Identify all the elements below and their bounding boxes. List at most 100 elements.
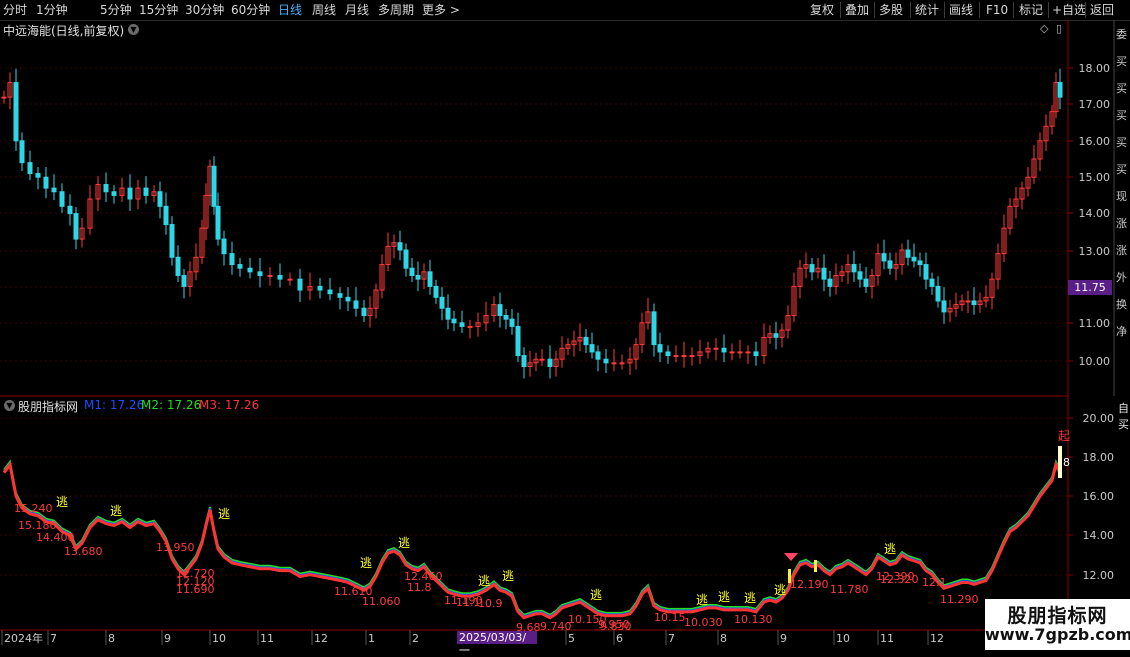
indicator-dropdown-icon[interactable]: ▼	[4, 400, 15, 411]
candle-body[interactable]	[619, 362, 625, 365]
stock-title[interactable]: 中远海能(日线,前复权)	[3, 22, 124, 39]
candle-body[interactable]	[745, 351, 751, 354]
diamond-icon[interactable]: ◇	[1040, 22, 1048, 35]
candle-body[interactable]	[59, 191, 65, 207]
candle-body[interactable]	[1057, 82, 1063, 98]
m2-line[interactable]	[3, 459, 1061, 616]
candle-body[interactable]	[459, 322, 465, 327]
candle-body[interactable]	[73, 213, 79, 240]
candle-body[interactable]	[157, 191, 163, 207]
candle-body[interactable]	[297, 278, 303, 291]
m1-line[interactable]	[3, 460, 1061, 618]
candle-body[interactable]	[169, 224, 175, 258]
candle-body[interactable]	[857, 271, 863, 280]
candle-body[interactable]	[509, 318, 515, 327]
candle-body[interactable]	[611, 362, 617, 365]
candle-body[interactable]	[237, 264, 243, 269]
candle-body[interactable]	[935, 285, 941, 302]
candle-body[interactable]	[267, 274, 273, 277]
candle-body[interactable]	[971, 300, 977, 306]
candle-body[interactable]	[67, 205, 73, 215]
candle-body[interactable]	[881, 253, 887, 262]
candle-body[interactable]	[827, 278, 833, 287]
candle-body[interactable]	[427, 271, 433, 287]
candle-body[interactable]	[221, 238, 227, 255]
candle-body[interactable]	[127, 187, 133, 200]
candle-body[interactable]	[503, 315, 509, 320]
candle-body[interactable]	[337, 293, 343, 298]
candle-body[interactable]	[27, 162, 33, 175]
candle-body[interactable]	[539, 358, 545, 361]
candle-body[interactable]	[415, 274, 421, 280]
candle-body[interactable]	[175, 256, 181, 276]
candle-body[interactable]	[497, 304, 503, 317]
candle-body[interactable]	[19, 140, 25, 164]
candle-body[interactable]	[445, 307, 451, 320]
candle-body[interactable]	[361, 307, 367, 317]
candle-body[interactable]	[247, 267, 253, 273]
candle-body[interactable]	[729, 351, 735, 354]
candle-body[interactable]	[713, 347, 719, 350]
candle-body[interactable]	[143, 187, 149, 196]
candle-body[interactable]	[821, 267, 827, 280]
candle-body[interactable]	[851, 264, 857, 273]
indicator-lines[interactable]	[2, 459, 1062, 620]
candle-body[interactable]	[403, 249, 409, 269]
candle-body[interactable]	[521, 355, 527, 367]
candle-body[interactable]	[911, 256, 917, 262]
candle-body[interactable]	[181, 274, 187, 287]
candle-body[interactable]	[409, 267, 415, 276]
candle-body[interactable]	[397, 242, 403, 251]
candle-body[interactable]	[317, 285, 323, 291]
candle-body[interactable]	[277, 274, 283, 280]
indicator-title[interactable]: 股朋指标网	[18, 398, 78, 415]
candle-body[interactable]	[809, 264, 815, 273]
candle-body[interactable]	[681, 355, 687, 358]
candle-body[interactable]	[1, 96, 7, 99]
candle-body[interactable]	[451, 318, 457, 324]
candle-body[interactable]	[345, 296, 351, 302]
candle-body[interactable]	[13, 82, 19, 142]
candle-body[interactable]	[753, 351, 759, 357]
candle-body[interactable]	[103, 183, 109, 193]
candle-body[interactable]	[863, 278, 869, 287]
candle-body[interactable]	[547, 358, 553, 367]
candle-body[interactable]	[917, 260, 923, 266]
candle-body[interactable]	[773, 333, 779, 338]
candle-body[interactable]	[353, 300, 359, 309]
candle-body[interactable]	[229, 253, 235, 266]
candle-body[interactable]	[905, 249, 911, 258]
candle-body[interactable]	[589, 344, 595, 353]
candle-body[interactable]	[689, 355, 695, 358]
title-dropdown-icon[interactable]: ▼	[128, 24, 139, 35]
candle-body[interactable]	[737, 351, 743, 354]
candle-body[interactable]	[43, 176, 49, 189]
candle-body[interactable]	[941, 300, 947, 313]
candle-body[interactable]	[595, 351, 601, 360]
candle-body[interactable]	[665, 351, 671, 357]
candle-body[interactable]	[657, 344, 663, 353]
candle-body[interactable]	[439, 296, 445, 309]
candle-body[interactable]	[327, 289, 333, 295]
candle-body[interactable]	[257, 271, 263, 276]
candle-body[interactable]	[211, 165, 217, 207]
candle-body[interactable]	[111, 191, 117, 196]
candle-body[interactable]	[721, 347, 727, 353]
kline-candles[interactable]	[1, 68, 1063, 379]
candle-body[interactable]	[929, 278, 935, 287]
candle-body[interactable]	[673, 355, 679, 358]
candle-body[interactable]	[651, 311, 657, 346]
candle-body[interactable]	[163, 205, 169, 226]
candle-body[interactable]	[35, 173, 41, 178]
candle-body[interactable]	[433, 285, 439, 298]
candle-body[interactable]	[583, 336, 589, 346]
candle-body[interactable]	[215, 205, 221, 240]
candle-body[interactable]	[515, 325, 521, 357]
candle-body[interactable]	[287, 278, 293, 281]
candle-body[interactable]	[923, 264, 929, 280]
candle-body[interactable]	[603, 358, 609, 364]
panel-toggle-icon[interactable]: ▯	[1056, 22, 1062, 35]
candle-body[interactable]	[51, 187, 57, 193]
candle-body[interactable]	[887, 260, 893, 269]
candle-body[interactable]	[467, 325, 473, 328]
